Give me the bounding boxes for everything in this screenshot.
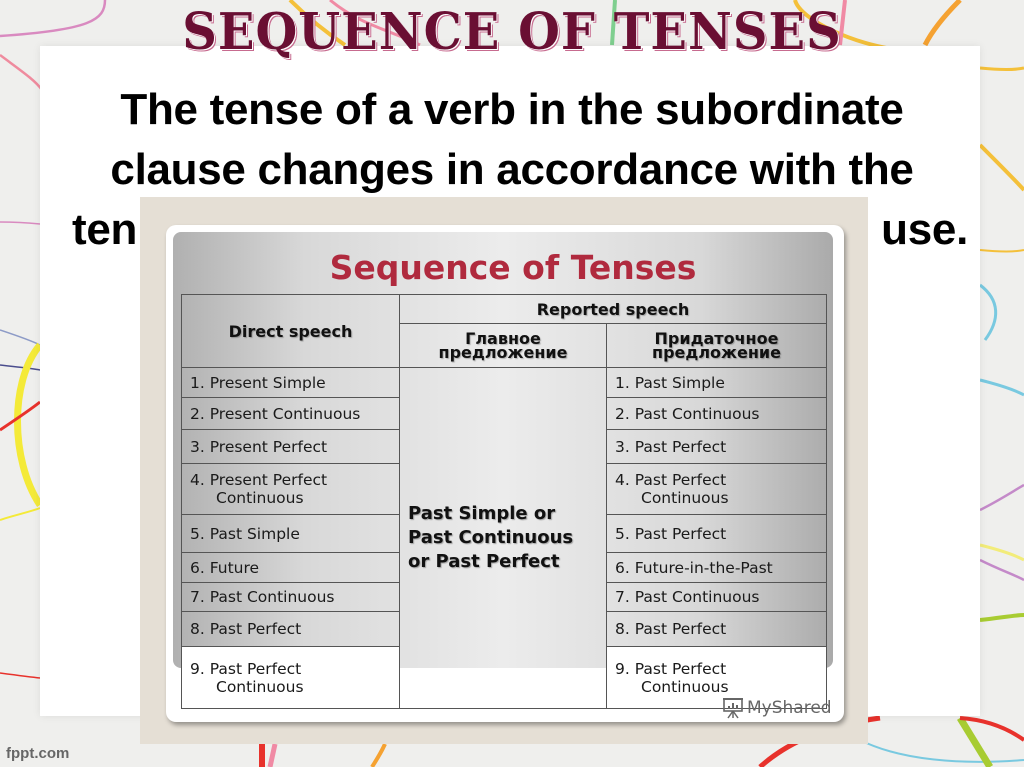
body-line-3-left: ten: [72, 205, 138, 254]
reported-cell: 2. Past Continuous: [606, 397, 827, 430]
direct-cell: 9. Past Perfect Continuous: [181, 646, 400, 709]
reported-cell: 5. Past Perfect: [606, 514, 827, 553]
embedded-image-title: Sequence of Tenses: [329, 248, 697, 287]
direct-cell: 7. Past Continuous: [181, 582, 400, 612]
sequence-of-tenses-table: Direct speech Reported speech Главное пр…: [181, 294, 827, 709]
body-line-3-right: use.: [881, 205, 968, 254]
direct-cell: 6. Future: [181, 552, 400, 583]
header-main-clause: Главное предложение: [399, 323, 607, 368]
direct-cell: 2. Present Continuous: [181, 397, 400, 430]
reported-cell: 7. Past Continuous: [606, 582, 827, 612]
reported-cell: 1. Past Simple: [606, 367, 827, 398]
table-row: 1. Present Simple Past Simple or Past Co…: [181, 367, 827, 709]
reported-cell: 3. Past Perfect: [606, 429, 827, 464]
presentation-chart-icon: [723, 698, 743, 719]
header-reported-speech: Reported speech: [399, 294, 827, 324]
fppt-watermark: fppt.com: [6, 745, 70, 762]
header-subordinate-clause: Придаточное предложение: [606, 323, 827, 368]
myshared-watermark: MyShared: [722, 697, 832, 719]
reported-cell: 8. Past Perfect: [606, 611, 827, 647]
direct-cell: 3. Present Perfect: [181, 429, 400, 464]
direct-cell: 4. Present Perfect Continuous: [181, 463, 400, 515]
slide-title: SEQUENCE OF TENSES: [182, 2, 842, 62]
main-clause-cell: Past Simple or Past Continuous or Past P…: [399, 367, 607, 709]
direct-cell: 1. Present Simple: [181, 367, 400, 398]
reported-cell: 4. Past Perfect Continuous: [606, 463, 827, 515]
body-line-2: clause changes in accordance with the: [110, 145, 914, 194]
body-line-1: The tense of a verb in the subordinate: [120, 85, 904, 134]
header-direct-speech: Direct speech: [181, 294, 400, 368]
direct-cell: 8. Past Perfect: [181, 611, 400, 647]
reported-cell: 6. Future-in-the-Past: [606, 552, 827, 583]
myshared-watermark-text: MyShared: [747, 698, 832, 718]
direct-cell: 5. Past Simple: [181, 514, 400, 553]
